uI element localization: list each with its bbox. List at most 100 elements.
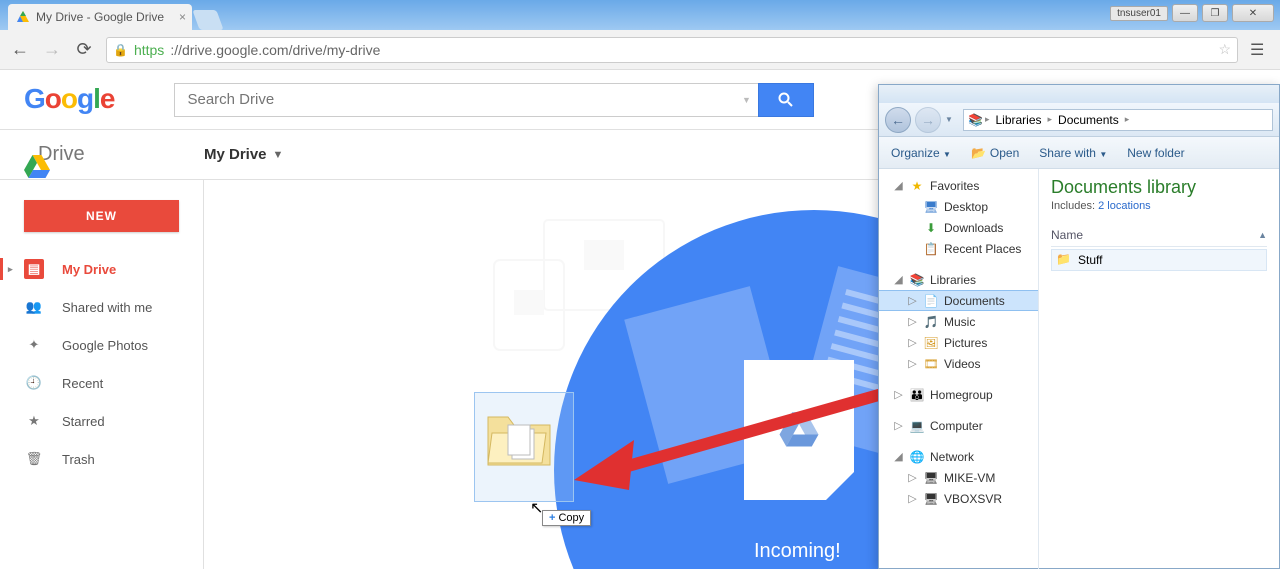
library-subtitle: Includes: 2 locations (1051, 200, 1267, 212)
sidebar-label: Trash (62, 452, 95, 467)
tree-music[interactable]: ▷🎵Music (879, 311, 1038, 332)
open-button[interactable]: 📂Open (971, 146, 1019, 160)
search-button[interactable] (758, 83, 814, 117)
collapse-icon[interactable]: ◢ (893, 180, 904, 191)
explorer-content: Documents library Includes: 2 locations … (1039, 169, 1279, 569)
copy-label: Copy (558, 512, 584, 524)
tree-recent[interactable]: 📋Recent Places (879, 238, 1038, 259)
breadcrumb[interactable]: My Drive ▼ (204, 146, 283, 163)
explorer-forward-button[interactable]: → (915, 107, 941, 133)
sidebar-item-photos[interactable]: ✦ Google Photos (0, 326, 203, 364)
pictures-icon: 🖼 (923, 335, 939, 351)
photos-icon: ✦ (24, 335, 44, 355)
plus-icon: + (549, 512, 555, 524)
trash-icon: 🗑 (24, 449, 44, 469)
chevron-right-icon[interactable]: ▸ (1048, 114, 1053, 125)
explorer-back-button[interactable]: ← (885, 107, 911, 133)
library-icon: 📚 (968, 113, 983, 127)
tree-vboxsvr[interactable]: ▷🖥VBOXSVR (879, 488, 1038, 509)
locations-link[interactable]: 2 locations (1098, 200, 1151, 212)
chevron-right-icon[interactable]: ▸ (1125, 114, 1130, 125)
explorer-body: ◢★Favorites 🖥Desktop ⬇Downloads 📋Recent … (879, 169, 1279, 569)
drop-document-icon (744, 360, 854, 500)
back-button[interactable]: ← (10, 40, 30, 60)
dragged-folder-icon (484, 405, 554, 469)
sidebar-item-starred[interactable]: ★Starred (0, 402, 203, 440)
pc-icon: 🖥 (923, 491, 939, 507)
new-tab-button[interactable] (192, 10, 223, 30)
open-folder-icon: 📂 (971, 146, 986, 160)
people-icon: 👥 (24, 297, 44, 317)
sidebar-item-shared[interactable]: 👥 Shared with me (0, 288, 203, 326)
drive-logo[interactable]: Drive (24, 143, 204, 166)
path-documents[interactable]: Documents (1054, 113, 1123, 127)
tree-homegroup[interactable]: ▷👪Homegroup (879, 384, 1038, 405)
tab-close-icon[interactable]: × (179, 10, 186, 24)
expand-icon[interactable]: ▷ (907, 316, 918, 327)
google-logo[interactable]: Google (24, 83, 114, 116)
chrome-menu-icon[interactable]: ☰ (1250, 40, 1270, 60)
bookmark-star-icon[interactable]: ☆ (1218, 41, 1231, 58)
tree-videos[interactable]: ▷🎞Videos (879, 353, 1038, 374)
column-header-name[interactable]: Name▲ (1051, 224, 1267, 247)
drop-title: Incoming! (754, 540, 841, 563)
explorer-window[interactable]: ← → ▼ 📚 ▸ Libraries ▸ Documents ▸ Organi… (878, 84, 1280, 569)
tree-favorites[interactable]: ◢★Favorites (879, 175, 1038, 196)
sidebar-label: Shared with me (62, 300, 152, 315)
search-dropdown-icon[interactable]: ▼ (734, 83, 758, 117)
maximize-button[interactable]: ❐ (1202, 4, 1228, 22)
tree-mikevm[interactable]: ▷🖥MIKE-VM (879, 467, 1038, 488)
tree-pictures[interactable]: ▷🖼Pictures (879, 332, 1038, 353)
search-container: ▼ (174, 83, 814, 117)
collapse-icon[interactable]: ◢ (893, 451, 904, 462)
explorer-nav: ← → ▼ 📚 ▸ Libraries ▸ Documents ▸ (879, 103, 1279, 137)
forward-button[interactable]: → (42, 40, 62, 60)
libraries-icon: 📚 (909, 272, 925, 288)
expand-icon[interactable]: ▷ (907, 472, 918, 483)
file-row-stuff[interactable]: 📁 Stuff (1051, 249, 1267, 271)
expand-icon[interactable]: ▷ (893, 389, 904, 400)
tree-documents[interactable]: ▷📄Documents (879, 290, 1038, 311)
expand-icon[interactable]: ▷ (907, 295, 918, 306)
sidebar-item-mydrive[interactable]: ▸▤My Drive (0, 250, 203, 288)
computer-icon: 💻 (909, 418, 925, 434)
new-folder-button[interactable]: New folder (1127, 146, 1184, 160)
collapse-icon[interactable]: ◢ (893, 274, 904, 285)
lock-icon: 🔒 (113, 43, 128, 57)
expand-icon[interactable]: ▸ (8, 264, 13, 275)
organize-button[interactable]: Organize ▼ (891, 146, 951, 160)
url-https: https (134, 42, 164, 58)
explorer-titlebar[interactable] (879, 85, 1279, 103)
sidebar-item-recent[interactable]: 🕘 Recent (0, 364, 203, 402)
expand-icon[interactable]: ▷ (907, 493, 918, 504)
url-bar[interactable]: 🔒 https ://drive.google.com/drive/my-driv… (106, 37, 1238, 63)
window-close-button[interactable]: ✕ (1232, 4, 1274, 22)
sidebar-label: Recent (62, 376, 103, 391)
tree-computer[interactable]: ▷💻Computer (879, 415, 1038, 436)
sort-asc-icon[interactable]: ▲ (1258, 230, 1267, 240)
expand-icon[interactable]: ▷ (893, 420, 904, 431)
expand-icon[interactable]: ▷ (907, 358, 918, 369)
explorer-history-dropdown[interactable]: ▼ (945, 115, 959, 124)
clock-icon: 🕘 (24, 373, 44, 393)
url-rest: ://drive.google.com/drive/my-drive (170, 42, 380, 58)
tree-desktop[interactable]: 🖥Desktop (879, 196, 1038, 217)
desktop-icon: 🖥 (923, 199, 939, 215)
path-libraries[interactable]: Libraries (991, 113, 1045, 127)
sidebar-label: Google Photos (62, 338, 148, 353)
tree-downloads[interactable]: ⬇Downloads (879, 217, 1038, 238)
explorer-path-bar[interactable]: 📚 ▸ Libraries ▸ Documents ▸ (963, 109, 1273, 131)
sidebar-item-trash[interactable]: 🗑 Trash (0, 440, 203, 478)
search-input[interactable] (174, 83, 734, 117)
chevron-right-icon[interactable]: ▸ (985, 114, 990, 125)
reload-button[interactable]: ⟳ (74, 40, 94, 60)
browser-tab[interactable]: My Drive - Google Drive × (8, 4, 192, 30)
expand-icon[interactable]: ▷ (907, 337, 918, 348)
new-button[interactable]: NEW (24, 200, 179, 232)
tree-libraries[interactable]: ◢📚Libraries (879, 269, 1038, 290)
minimize-button[interactable]: — (1172, 4, 1198, 22)
recent-icon: 📋 (923, 241, 939, 257)
share-button[interactable]: Share with ▼ (1039, 146, 1107, 160)
tree-network[interactable]: ◢🌐Network (879, 446, 1038, 467)
browser-toolbar: ← → ⟳ 🔒 https ://drive.google.com/drive/m… (0, 30, 1280, 70)
